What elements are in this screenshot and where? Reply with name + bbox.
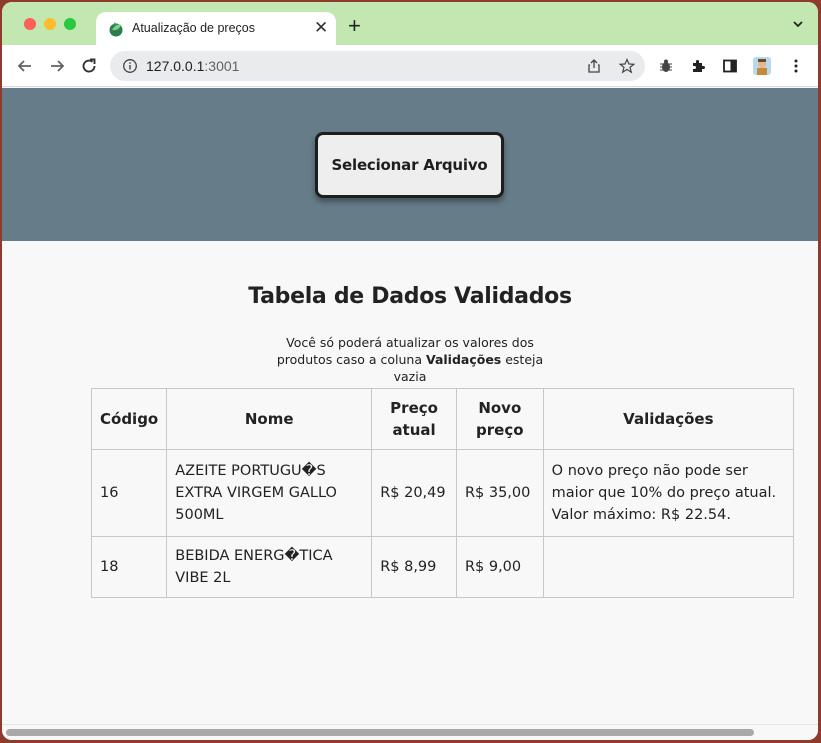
new-tab-button[interactable]: +: [348, 15, 361, 37]
select-file-button[interactable]: Selecionar Arquivo: [315, 132, 504, 198]
cell-validacoes: O novo preço não pode ser maior que 10% …: [542, 449, 795, 537]
cell-codigo: 18: [90, 536, 168, 598]
cell-codigo: 16: [90, 449, 168, 537]
instruction-note: Você só poderá atualizar os valores dos …: [276, 335, 544, 384]
validated-data-table: Código Nome Preço atual Novo preço Valid…: [90, 388, 795, 598]
bug-extension-icon[interactable]: [658, 58, 674, 74]
table-header-row: Código Nome Preço atual Novo preço Valid…: [90, 388, 795, 450]
tab-title: Atualização de preços: [132, 21, 255, 35]
url-text[interactable]: 127.0.0.1:3001: [146, 58, 239, 74]
table-row: 16 AZEITE PORTUGU�S EXTRA VIRGEM GALLO 5…: [90, 449, 795, 537]
cell-nome: AZEITE PORTUGU�S EXTRA VIRGEM GALLO 500M…: [166, 449, 373, 537]
column-header-codigo: Código: [90, 388, 168, 450]
close-window-button[interactable]: [24, 18, 36, 30]
address-bar[interactable]: 127.0.0.1:3001: [110, 51, 645, 81]
puzzle-extensions-icon[interactable]: [690, 58, 706, 74]
cell-preco-atual: R$ 20,49: [371, 449, 457, 537]
page-content: Selecionar Arquivo Tabela de Dados Valid…: [2, 88, 818, 724]
horizontal-scrollbar[interactable]: [2, 724, 818, 740]
share-icon[interactable]: [586, 58, 602, 74]
column-header-validacoes: Validações: [542, 388, 795, 450]
forward-arrow-icon[interactable]: [48, 57, 66, 75]
tab-strip: Atualização de preços ✕ +: [2, 2, 818, 45]
table-row: 18 BEBIDA ENERG�TICA VIBE 2L R$ 8,99 R$ …: [90, 536, 795, 598]
page-title: Tabela de Dados Validados: [248, 284, 572, 309]
cell-nome: BEBIDA ENERG�TICA VIBE 2L: [166, 536, 373, 598]
info-icon[interactable]: [122, 58, 138, 74]
side-panel-icon[interactable]: [722, 58, 738, 74]
reload-icon[interactable]: [80, 57, 98, 75]
cell-novo-preco: R$ 35,00: [455, 449, 544, 537]
tab-close-icon[interactable]: ✕: [314, 18, 328, 38]
browser-window: Atualização de preços ✕ + 127.0.0.1:3001: [2, 2, 818, 740]
cell-validacoes: [542, 536, 795, 598]
chevron-down-icon[interactable]: [792, 18, 804, 30]
column-header-nome: Nome: [166, 388, 373, 450]
minimize-window-button[interactable]: [44, 18, 56, 30]
scrollbar-thumb[interactable]: [6, 729, 754, 736]
leaf-favicon-icon: [109, 22, 123, 37]
cell-novo-preco: R$ 9,00: [455, 536, 544, 598]
bookmark-star-icon[interactable]: [619, 58, 635, 74]
browser-toolbar: 127.0.0.1:3001: [2, 45, 818, 87]
zoom-window-button[interactable]: [64, 18, 76, 30]
column-header-preco-atual: Preço atual: [371, 388, 457, 450]
kebab-menu-icon[interactable]: [788, 58, 804, 74]
header-banner: Selecionar Arquivo: [2, 88, 818, 241]
cell-preco-atual: R$ 8,99: [371, 536, 457, 598]
back-arrow-icon[interactable]: [16, 57, 34, 75]
column-header-novo-preco: Novo preço: [455, 388, 544, 450]
profile-avatar-icon[interactable]: [753, 57, 771, 75]
active-tab[interactable]: Atualização de preços ✕: [96, 12, 336, 45]
